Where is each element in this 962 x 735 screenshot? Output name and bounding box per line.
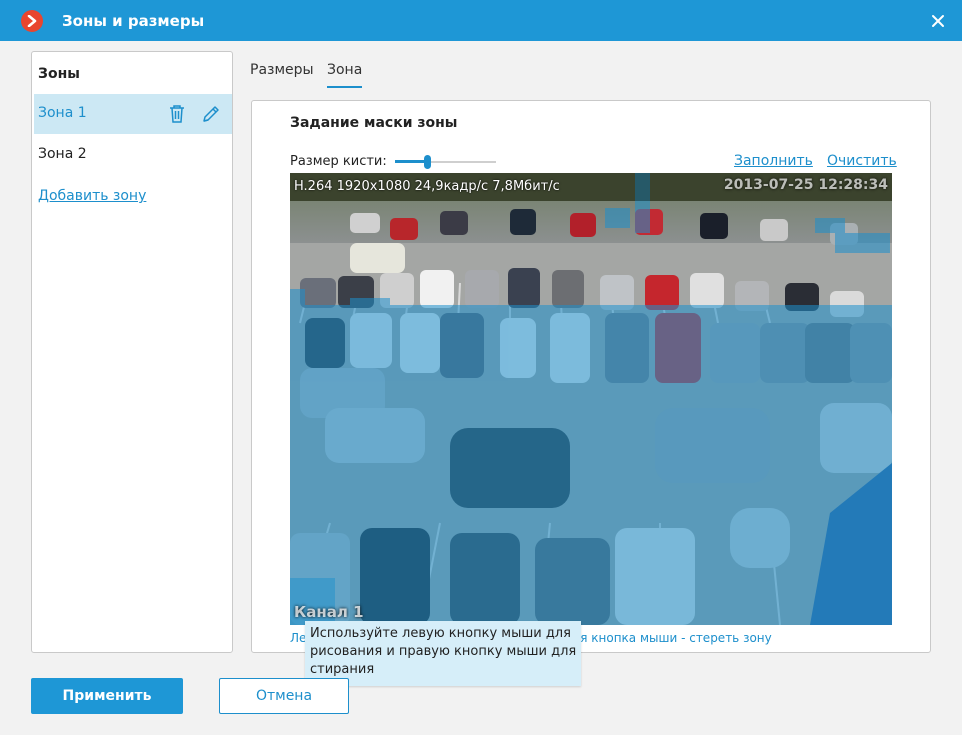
trash-icon[interactable] [166, 103, 188, 125]
add-zone-link[interactable]: Добавить зону [38, 188, 146, 204]
cancel-button[interactable]: Отмена [219, 678, 349, 714]
video-osd: H.264 1920x1080 24,9кадр/с 7,8Мбит/с [294, 179, 560, 194]
close-icon[interactable] [928, 11, 948, 31]
clear-link[interactable]: Очистить [827, 153, 897, 169]
slider-fill [395, 160, 428, 163]
section-title: Задание маски зоны [290, 115, 458, 131]
window-title: Зоны и размеры [62, 12, 205, 30]
channel-label: Канал 1 [294, 603, 364, 621]
zones-header: Зоны [38, 66, 80, 82]
tooltip: Используйте левую кнопку мыши для рисова… [305, 621, 581, 686]
brush-size-label: Размер кисти: [290, 154, 387, 169]
title-bar: Зоны и размеры [0, 0, 962, 41]
zone-item-label: Зона 2 [38, 146, 87, 162]
tab-zone[interactable]: Зона [327, 62, 363, 88]
zone-item-label: Зона 1 [38, 105, 87, 121]
pencil-icon[interactable] [200, 103, 222, 125]
zones-panel: Зоны Зона 1 Зона 2 Добавить зону [31, 51, 233, 653]
fill-link[interactable]: Заполнить [734, 153, 813, 169]
slider-thumb[interactable] [424, 155, 432, 169]
apply-button[interactable]: Применить [31, 678, 183, 714]
app-logo-icon [21, 10, 43, 32]
parking-lot-image [290, 173, 892, 625]
zone-item-1[interactable]: Зона 1 [34, 94, 232, 134]
tab-sizes[interactable]: Размеры [250, 62, 314, 86]
video-frame[interactable]: H.264 1920x1080 24,9кадр/с 7,8Мбит/с 201… [290, 173, 892, 625]
brush-size-slider[interactable] [395, 155, 496, 169]
zone-item-2[interactable]: Зона 2 [34, 135, 232, 175]
zone-mask-panel: Задание маски зоны Размер кисти: Заполни… [251, 100, 931, 653]
video-timestamp: 2013-07-25 12:28:34 [723, 177, 888, 193]
